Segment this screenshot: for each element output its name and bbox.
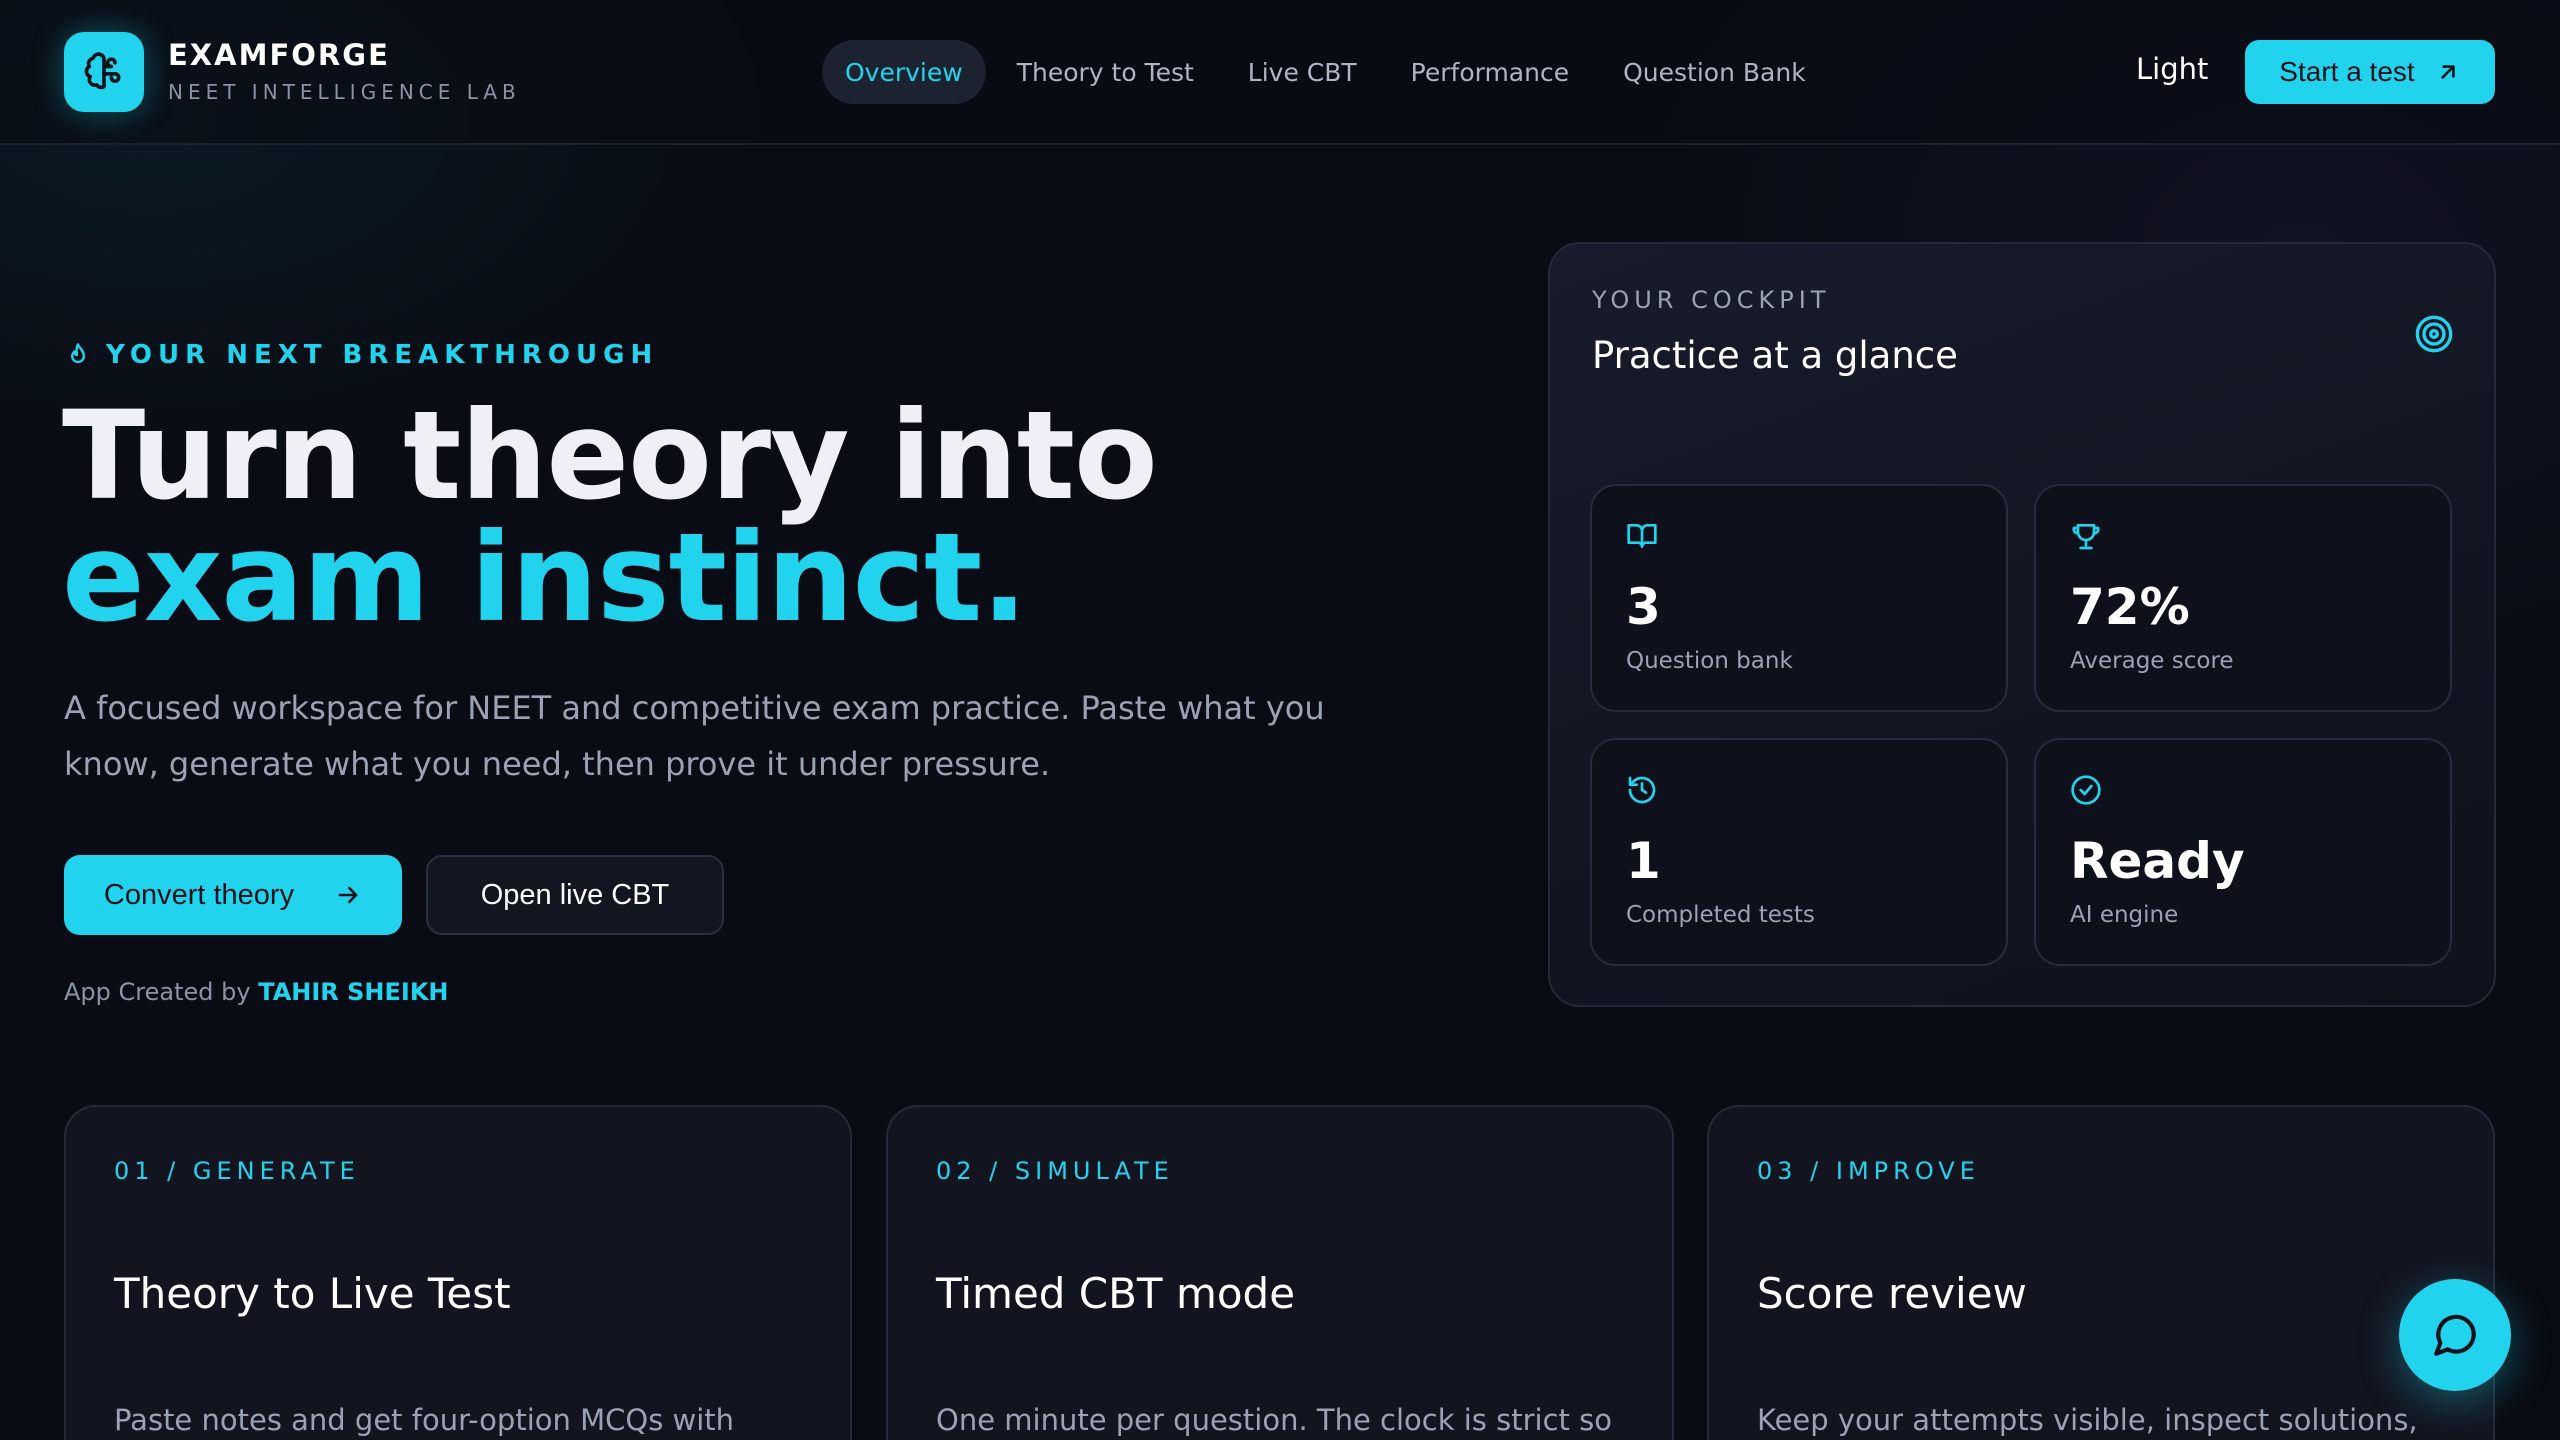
- chat-button[interactable]: [2399, 1279, 2511, 1391]
- top-header: EXAMFORGE NEET INTELLIGENCE LAB Overview…: [0, 0, 2560, 145]
- convert-theory-label: Convert theory: [103, 878, 295, 911]
- convert-theory-button[interactable]: Convert theory: [64, 855, 402, 935]
- nav-question-bank[interactable]: Question Bank: [1600, 40, 1829, 104]
- stat-value: 1: [1626, 832, 1661, 890]
- nav-theory-to-test[interactable]: Theory to Test: [994, 40, 1217, 104]
- stat-value: 72%: [2070, 578, 2190, 636]
- feature-title: Timed CBT mode: [936, 1269, 1296, 1318]
- chat-bubble-icon: [2434, 1314, 2476, 1356]
- arrow-up-right-icon: [2440, 65, 2455, 79]
- hero-eyebrow: YOUR NEXT BREAKTHROUGH: [64, 340, 658, 370]
- stat-value: 3: [1626, 578, 1661, 636]
- brand-logo[interactable]: [64, 32, 144, 112]
- target-icon: [2415, 315, 2453, 353]
- feature-card-generate[interactable]: 01 / GENERATE Theory to Live Test Paste …: [64, 1105, 852, 1440]
- hero-title: Turn theory into exam instinct.: [62, 385, 1158, 649]
- cockpit-title: Practice at a glance: [1592, 334, 1958, 377]
- feature-description: Paste notes and get four-option MCQs wit…: [114, 1403, 735, 1437]
- stat-card-average-score[interactable]: 72% Average score: [2034, 484, 2452, 712]
- check-circle-icon: [2071, 775, 2101, 805]
- stat-label: AI engine: [2070, 902, 2179, 928]
- feature-number: 03 / IMPROVE: [1757, 1157, 1980, 1185]
- stat-card-completed-tests[interactable]: 1 Completed tests: [1590, 738, 2008, 966]
- hero-title-line-2: exam instinct.: [62, 507, 1028, 649]
- start-test-label: Start a test: [2279, 56, 2415, 87]
- feature-card-simulate[interactable]: 02 / SIMULATE Timed CBT mode One minute …: [886, 1105, 1674, 1440]
- hero-title-line-1: Turn theory into: [62, 385, 1158, 527]
- app-credit: App Created by TAHIR SHEIKH: [64, 978, 449, 1006]
- trophy-icon: [2072, 524, 2100, 550]
- stat-card-question-bank[interactable]: 3 Question bank: [1590, 484, 2008, 712]
- cockpit-eyebrow: YOUR COCKPIT: [1592, 286, 1831, 314]
- stat-label: Completed tests: [1626, 902, 1815, 928]
- flame-icon: [71, 343, 86, 364]
- feature-description: One minute per question. The clock is st…: [936, 1403, 1612, 1437]
- nav-performance[interactable]: Performance: [1388, 40, 1592, 104]
- arrow-right-icon: [338, 886, 358, 904]
- open-live-cbt-button[interactable]: Open live CBT: [426, 855, 724, 935]
- book-open-icon: [1627, 524, 1657, 548]
- brain-icon: [84, 52, 121, 90]
- hero-description: A focused workspace for NEET and competi…: [64, 689, 1325, 783]
- main-nav: Overview Theory to Test Live CBT Perform…: [822, 40, 1829, 104]
- stat-card-ai-engine[interactable]: Ready AI engine: [2034, 738, 2452, 966]
- theme-toggle[interactable]: Light: [2136, 52, 2208, 86]
- feature-title: Theory to Live Test: [114, 1269, 511, 1318]
- nav-overview[interactable]: Overview: [822, 40, 986, 104]
- nav-live-cbt[interactable]: Live CBT: [1225, 40, 1380, 104]
- feature-description: Keep your attempts visible, inspect solu…: [1757, 1403, 2418, 1437]
- stat-label: Average score: [2070, 648, 2234, 674]
- feature-card-improve[interactable]: 03 / IMPROVE Score review Keep your atte…: [1707, 1105, 2495, 1440]
- hero-eyebrow-text: YOUR NEXT BREAKTHROUGH: [106, 340, 659, 370]
- feature-number: 02 / SIMULATE: [936, 1157, 1174, 1185]
- history-icon: [1628, 776, 1656, 804]
- start-test-button[interactable]: Start a test: [2245, 40, 2495, 104]
- feature-title: Score review: [1757, 1269, 2027, 1318]
- credit-author: TAHIR SHEIKH: [258, 978, 449, 1006]
- stat-value: Ready: [2070, 832, 2245, 890]
- credit-prefix: App Created by: [64, 978, 251, 1006]
- stat-label: Question bank: [1626, 648, 1793, 674]
- cockpit-panel: YOUR COCKPIT Practice at a glance 3 Ques…: [1548, 242, 2496, 1007]
- brand-tagline: NEET INTELLIGENCE LAB: [168, 80, 521, 104]
- feature-number: 01 / GENERATE: [114, 1157, 360, 1185]
- brand-name: EXAMFORGE: [168, 38, 390, 72]
